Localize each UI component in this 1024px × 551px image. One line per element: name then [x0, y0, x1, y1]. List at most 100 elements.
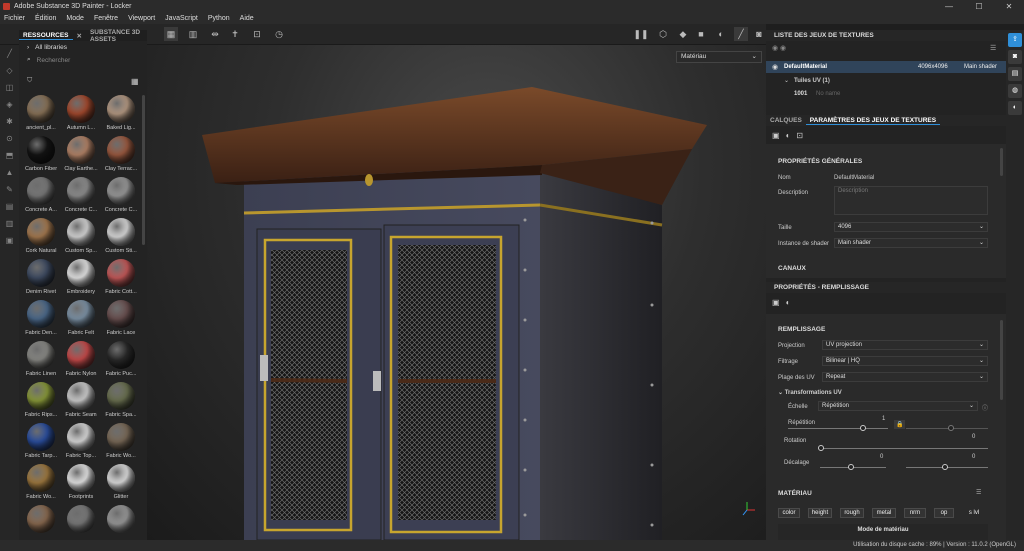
projection-icon[interactable]: ◫ [0, 79, 19, 96]
tab-texture-set-settings[interactable]: PARAMÈTRES DES JEUX DE TEXTURES [805, 117, 941, 125]
filter-icon[interactable]: ⛉ [27, 77, 32, 85]
rotation-slider-handle[interactable] [818, 445, 824, 451]
asset-tile[interactable]: ancient_pl... [22, 95, 60, 137]
asset-tile[interactable]: Cork Natural [22, 218, 60, 260]
paint-brush-icon[interactable]: ╱ [0, 45, 19, 62]
asset-tile[interactable]: Fabric Seam [62, 382, 100, 424]
camera-settings-icon[interactable]: ◐ [1008, 101, 1022, 115]
asset-tile[interactable]: Denim Rivet [22, 259, 60, 301]
text-tool-icon[interactable]: ✎ [0, 181, 19, 198]
tab-substance-assets[interactable]: SUBSTANCE 3D ASSETS [86, 29, 147, 43]
assets-scrollbar[interactable] [142, 95, 145, 245]
settings-tab-icon[interactable]: ▣ [772, 131, 780, 140]
maximize-button[interactable]: ☐ [964, 0, 994, 13]
uv-transforms-toggle[interactable]: ⌄ Transformations UV [778, 389, 842, 396]
close-button[interactable]: ✕ [994, 0, 1024, 13]
asset-tile[interactable]: Fabric Nylon [62, 341, 100, 383]
channel-height-button[interactable]: height [808, 508, 832, 518]
asset-tile[interactable]: Fabric Top... [62, 423, 100, 465]
split-view-icon[interactable]: ▥ [186, 27, 200, 41]
offset-slider-handle-b[interactable] [942, 464, 948, 470]
fill-scrollbar[interactable] [1000, 320, 1003, 400]
asset-tile[interactable]: Fabric Spa... [102, 382, 140, 424]
menu-help[interactable]: Aide [240, 15, 254, 22]
asset-tile[interactable]: Fabric Rips... [22, 382, 60, 424]
channel-op-button[interactable]: op [934, 508, 954, 518]
brush-icon[interactable]: ╱ [734, 27, 748, 41]
asset-tile[interactable]: Fabric Linen [22, 341, 60, 383]
export-icon[interactable]: ▥ [0, 215, 19, 232]
pause-icon[interactable]: ❚❚ [633, 27, 648, 41]
asset-tile[interactable]: Fabric Felt [62, 300, 100, 342]
grid-toggle-icon[interactable]: ▦ [131, 77, 139, 86]
screenshot-icon[interactable]: ◙ [752, 27, 766, 41]
texture-set-row[interactable]: ◉ DefaultMaterial 4096x4096 Main shader [766, 61, 1006, 73]
geometry-mask-icon[interactable]: ◈ [0, 96, 19, 113]
history-icon[interactable]: ◷ [272, 27, 286, 41]
library-tree[interactable]: › All libraries [19, 41, 147, 53]
asset-tile[interactable]: Fabric Wo... [102, 423, 140, 465]
info-icon[interactable]: ⓘ [982, 403, 988, 412]
asset-tile[interactable]: Clay Terrac... [102, 136, 140, 178]
asset-tile[interactable]: Concrete C... [102, 177, 140, 219]
channel-rough-button[interactable]: rough [840, 508, 864, 518]
channel-nrm-button[interactable]: nrm [904, 508, 926, 518]
params-scrollbar[interactable] [1000, 148, 1003, 176]
eye-icon[interactable]: ◉ ◉ [772, 44, 786, 52]
symmetry-icon[interactable]: ⇹ [208, 27, 222, 41]
shader-settings-icon[interactable]: ▤ [1008, 67, 1022, 81]
material-picker-icon[interactable]: ⬒ [0, 147, 19, 164]
asset-tile[interactable]: Baked Lig... [102, 95, 140, 137]
asset-tile[interactable]: Footprints [62, 464, 100, 506]
menu-viewport[interactable]: Viewport [128, 15, 155, 22]
menu-python[interactable]: Python [208, 15, 230, 22]
minimize-button[interactable]: — [934, 0, 964, 13]
cube-icon[interactable]: ◆ [676, 27, 690, 41]
material-mode-dropdown[interactable]: Matériau ⌄ [676, 51, 762, 63]
menu-javascript[interactable]: JavaScript [165, 15, 198, 22]
search-input[interactable]: Rechercher [37, 57, 71, 64]
display-settings-icon[interactable]: ◙ [1008, 50, 1022, 64]
grid-view-icon[interactable]: ▦ [164, 27, 178, 41]
asset-tile[interactable]: Fabric Tarp... [22, 423, 60, 465]
mesh-tab-icon[interactable]: ⊡ [796, 131, 803, 140]
frame-icon[interactable]: ⊡ [250, 27, 264, 41]
description-field[interactable]: Description [834, 186, 988, 215]
uv-wrap-dropdown[interactable]: Repeat ⌄ [822, 372, 988, 382]
scale-dropdown[interactable]: Répétition ⌄ [818, 401, 978, 411]
asset-tile[interactable]: Concrete A... [22, 177, 60, 219]
list-options-icon[interactable]: ☰ [990, 44, 996, 52]
camera-icon[interactable]: ⬡ [656, 27, 670, 41]
channel-metal-button[interactable]: metal [872, 508, 896, 518]
asset-tile[interactable]: Clay Earthe... [62, 136, 100, 178]
uv-tiles-row[interactable]: ⌄ Tuiles UV (1) [766, 75, 1006, 86]
asset-tile[interactable]: Fabric Lace [102, 300, 140, 342]
eraser-icon[interactable]: ◇ [0, 62, 19, 79]
projection-dropdown[interactable]: UV projection ⌄ [822, 340, 988, 350]
render-icon[interactable]: ◐ [714, 27, 728, 41]
asset-tile[interactable]: Embroidery [62, 259, 100, 301]
visibility-icon[interactable]: ◉ [772, 63, 778, 71]
asset-tile[interactable]: Fabric Cott... [102, 259, 140, 301]
uv-tile-row[interactable]: 1001 No name [766, 88, 1006, 99]
asset-tile[interactable]: Autumn L... [62, 95, 100, 137]
3d-viewport[interactable] [147, 45, 766, 540]
size-dropdown[interactable]: 4096 ⌄ [834, 222, 988, 232]
video-icon[interactable]: ■ [694, 27, 708, 41]
asset-tile[interactable]: Carbon Fiber [22, 136, 60, 178]
offset-slider-handle-a[interactable] [848, 464, 854, 470]
asset-tile[interactable]: Fabric Puc... [102, 341, 140, 383]
figure-icon[interactable]: ✝ [228, 27, 242, 41]
repeat-slider-handle-a[interactable] [860, 425, 866, 431]
asset-tile[interactable]: Custom Sp... [62, 218, 100, 260]
material-options-icon[interactable]: ☰ [976, 489, 981, 496]
search-field[interactable]: ⌕ Rechercher [19, 53, 147, 67]
tab-layers[interactable]: CALQUES [766, 117, 806, 124]
bake-icon[interactable]: ▤ [0, 198, 19, 215]
bake-tab-icon[interactable]: ◐ [786, 131, 791, 140]
asset-tile[interactable]: Fabric Den... [22, 300, 60, 342]
lock-icon[interactable]: 🔒 [894, 420, 906, 429]
menu-file[interactable]: Fichier [4, 15, 25, 22]
asset-tile[interactable]: Fabric Wo... [22, 464, 60, 506]
close-tab-icon[interactable]: ✕ [73, 32, 86, 40]
